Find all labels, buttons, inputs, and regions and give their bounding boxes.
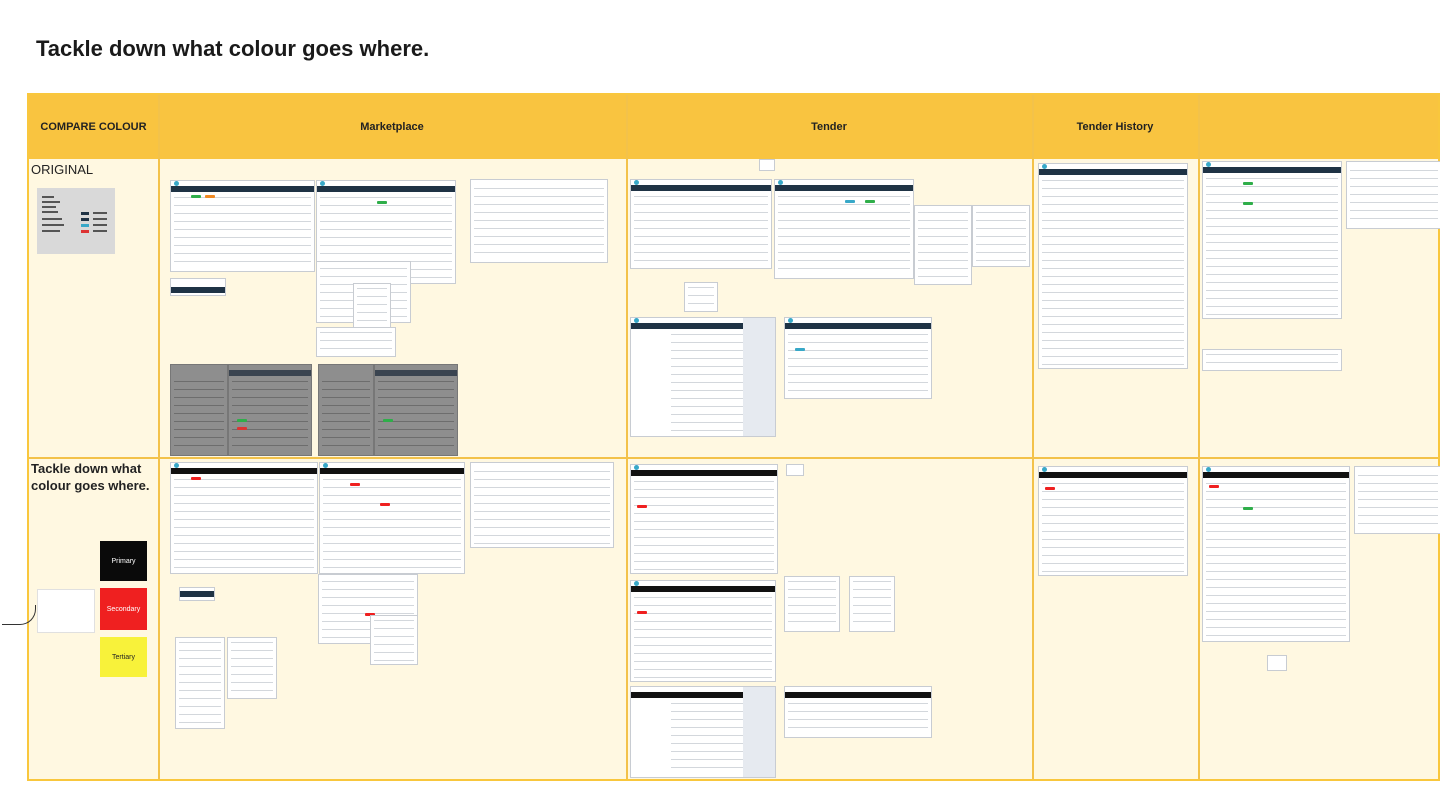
row-divider [29,457,1438,459]
screenshot-thumbnail[interactable] [774,179,914,279]
screenshot-thumbnail[interactable] [1267,655,1287,671]
board-header-row: COMPARE COLOUR Marketplace Tender Tender… [29,95,1438,159]
screenshot-thumbnail[interactable] [1202,349,1342,371]
screenshot-thumbnail[interactable] [1346,161,1440,229]
screenshot-thumbnail[interactable] [319,462,465,574]
screenshot-thumbnail[interactable] [318,364,374,456]
screenshot-thumbnail[interactable] [1038,163,1188,369]
screenshot-thumbnail[interactable] [630,686,776,778]
screenshot-thumbnail[interactable] [784,686,932,738]
column-divider [626,95,628,779]
original-colour-legend[interactable] [37,188,115,254]
screenshot-thumbnail[interactable] [630,464,778,574]
header-compare-colour: COMPARE COLOUR [40,121,147,133]
row-label-revised: Tackle down what colour goes where. [31,461,150,493]
header-tender: Tender [811,121,847,133]
screenshot-thumbnail[interactable] [630,317,776,437]
screenshot-thumbnail[interactable] [972,205,1030,267]
screenshot-thumbnail[interactable] [179,587,215,601]
screenshot-thumbnail[interactable] [170,462,318,574]
page-title: Tackle down what colour goes where. [36,36,430,61]
compare-colour-board: COMPARE COLOUR Marketplace Tender Tender… [2,93,1440,781]
screenshot-thumbnail[interactable] [170,364,228,456]
screenshot-thumbnail[interactable] [784,576,840,632]
screenshot-thumbnail[interactable] [316,327,396,357]
screenshot-thumbnail[interactable] [849,576,895,632]
screenshot-thumbnail[interactable] [175,637,225,729]
screenshot-thumbnail[interactable] [759,159,775,171]
header-extra [1198,95,1440,159]
screenshot-thumbnail[interactable] [370,615,418,665]
screenshot-thumbnail[interactable] [1038,466,1188,576]
screenshot-thumbnail[interactable] [914,205,972,285]
screenshot-thumbnail[interactable] [684,282,718,312]
screenshot-thumbnail[interactable] [470,462,614,548]
screenshot-thumbnail[interactable] [227,637,277,699]
screenshot-thumbnail[interactable] [170,180,315,272]
screenshot-thumbnail[interactable] [1202,466,1350,642]
screenshot-thumbnail[interactable] [1354,466,1440,534]
screenshot-thumbnail[interactable] [786,464,804,476]
column-divider [1198,95,1200,779]
column-divider [1032,95,1034,779]
screenshot-thumbnail[interactable] [170,278,226,296]
screenshot-thumbnail[interactable] [630,580,776,682]
screenshot-thumbnail[interactable] [784,317,932,399]
header-marketplace: Marketplace [360,121,424,133]
primary-swatch[interactable]: Primary [100,541,147,581]
screenshot-thumbnail[interactable] [1202,161,1342,319]
column-divider [158,95,160,779]
screenshot-thumbnail[interactable] [630,179,772,269]
secondary-swatch[interactable]: Secondary [100,588,147,630]
screenshot-thumbnail[interactable] [374,364,458,456]
screenshot-thumbnail[interactable] [228,364,312,456]
tertiary-swatch[interactable]: Tertiary [100,637,147,677]
row-label-original: ORIGINAL [31,162,94,177]
header-tender-history: Tender History [1076,121,1154,133]
connector-line [2,605,36,625]
colour-mapping-note[interactable] [37,589,95,633]
screenshot-thumbnail[interactable] [470,179,608,263]
